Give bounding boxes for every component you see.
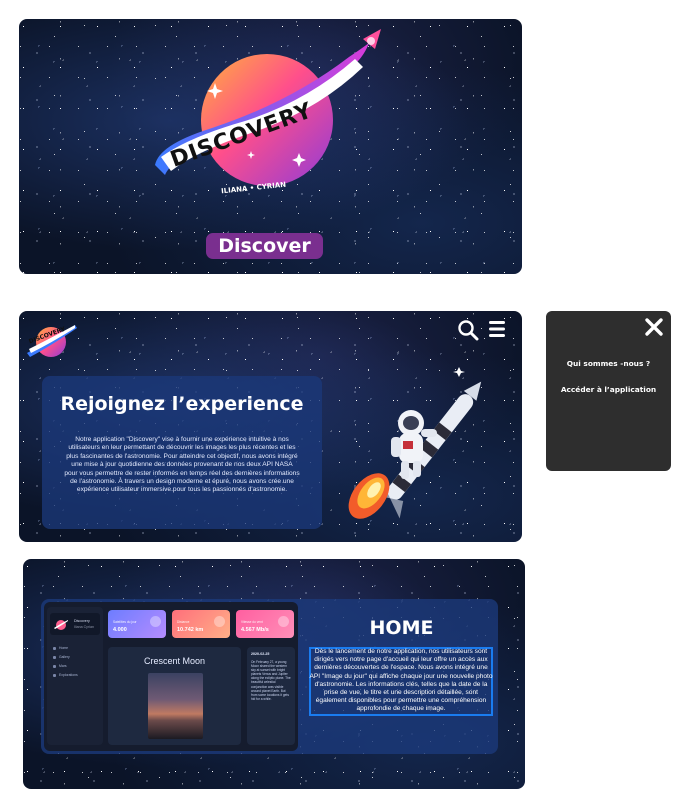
- stat-value: 4.000: [113, 627, 127, 633]
- globe-icon: [214, 616, 225, 627]
- join-description: Notre application "Discovery" vise à fou…: [64, 436, 300, 494]
- discover-button[interactable]: Discover: [206, 233, 323, 259]
- side-menu: Qui sommes -nous ? Accéder à l’applicati…: [546, 311, 671, 471]
- satellite-icon: [150, 616, 161, 627]
- stat-label: Satellites du jour: [113, 620, 137, 624]
- picture-info: 2020-02-25 On February 27, a young Moon …: [247, 647, 295, 745]
- stat-value: 10.742 km: [177, 627, 204, 633]
- app-nav-gallery[interactable]: Gallery: [51, 654, 99, 660]
- moon-photo: [148, 673, 203, 739]
- hamburger-icon[interactable]: [488, 320, 506, 338]
- app-nav-explorations[interactable]: Explorations: [51, 672, 99, 678]
- home-card: Discovery Iliana Cyrian Home Gallery Mar…: [41, 599, 498, 754]
- picture-of-the-day: Crescent Moon: [108, 647, 241, 745]
- splash-screen: DISCOVERY ILIANA • CYRIAN Discover: [19, 19, 522, 274]
- app-nav-home[interactable]: Home: [51, 645, 99, 651]
- stat-label: Vitesse du vent: [241, 620, 263, 624]
- app-screenshot: Discovery Iliana Cyrian Home Gallery Mar…: [44, 602, 298, 751]
- menu-item-access-app[interactable]: Accéder à l’application: [546, 385, 671, 394]
- picture-description: On February 27, a young Moon shared the …: [251, 660, 291, 701]
- search-icon[interactable]: [457, 319, 479, 341]
- app-brand: Discovery Iliana Cyrian: [50, 613, 100, 635]
- app-nav-mars[interactable]: Mars: [51, 663, 99, 669]
- stat-card-distance: Distance 10.742 km: [172, 610, 230, 638]
- home-title: HOME: [369, 617, 434, 639]
- stat-card-wind: Vitesse du vent 4.567 Mb/s: [236, 610, 294, 638]
- join-screen: DISCOVERY Rejoignez l’experience Notre a…: [19, 311, 522, 542]
- picture-title: Crescent Moon: [143, 656, 206, 666]
- picture-date: 2020-02-25: [251, 652, 270, 656]
- clock-icon: [278, 616, 289, 627]
- close-icon[interactable]: [644, 317, 664, 337]
- stat-label: Distance: [177, 620, 190, 624]
- join-title: Rejoignez l’experience: [60, 393, 304, 415]
- app-brand-sub: Iliana Cyrian: [74, 625, 94, 629]
- stat-card-satellites: Satellites du jour 4.000: [108, 610, 166, 638]
- app-sidebar: Discovery Iliana Cyrian Home Gallery Mar…: [47, 607, 103, 745]
- stat-value: 4.567 Mb/s: [241, 627, 269, 633]
- app-logo-icon: [54, 620, 68, 630]
- menu-item-about[interactable]: Qui sommes -nous ?: [546, 359, 671, 368]
- home-screen: Discovery Iliana Cyrian Home Gallery Mar…: [23, 559, 525, 789]
- astronaut-rocket-illustration: [348, 367, 482, 519]
- home-description: Dès le lancement de notre application, n…: [309, 648, 493, 713]
- app-brand-name: Discovery: [74, 619, 90, 623]
- join-card: Rejoignez l’experience Notre application…: [42, 376, 322, 529]
